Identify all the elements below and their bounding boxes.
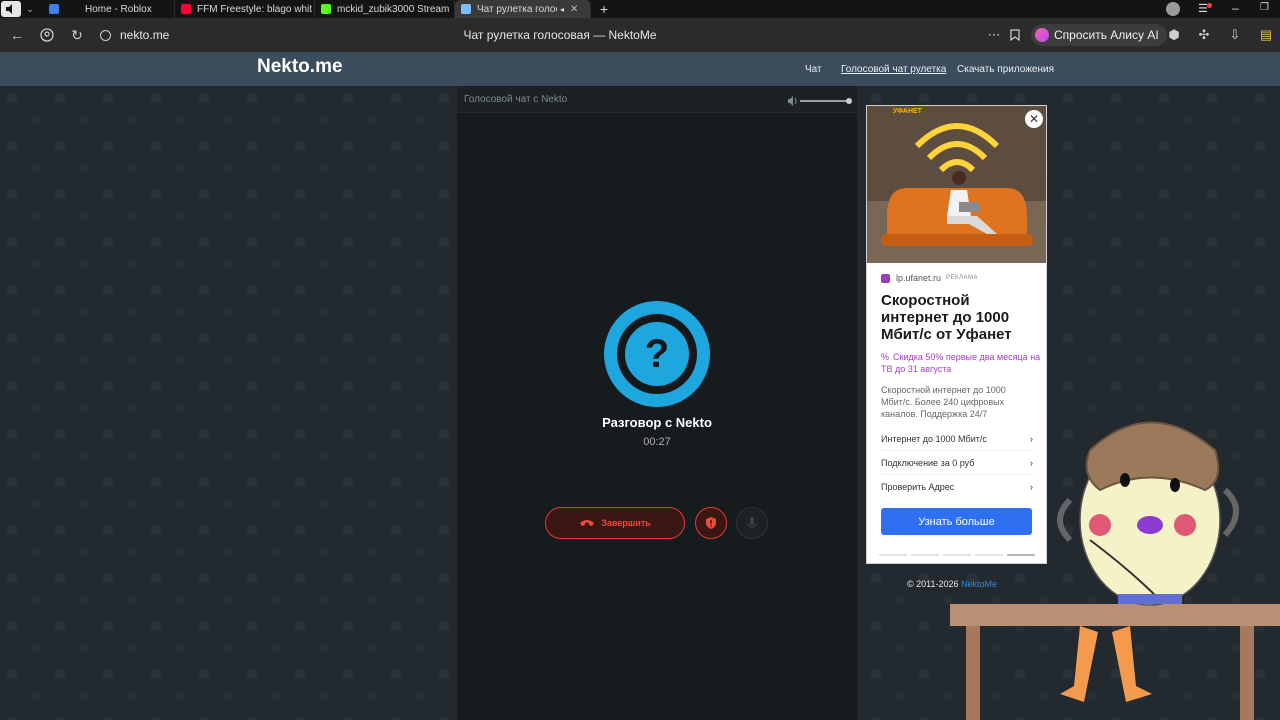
ad-promo: % Скидка 50% первые два месяца на ТВ до 3… bbox=[881, 351, 1041, 375]
nekto-favicon-icon bbox=[461, 4, 471, 14]
minimize-icon[interactable]: – bbox=[1232, 1, 1239, 15]
notification-dot-icon bbox=[1207, 3, 1212, 8]
mute-button[interactable] bbox=[736, 507, 768, 539]
volume-slider[interactable] bbox=[787, 94, 853, 106]
close-tab-icon[interactable]: ✕ bbox=[570, 4, 578, 15]
address-bar: ← ↻ nekto.me Чат рулетка голосовая — Nek… bbox=[0, 18, 1280, 52]
nav-download-apps[interactable]: Скачать приложения bbox=[957, 64, 1054, 75]
ad-image-brand: УФАНЕТ bbox=[893, 108, 922, 115]
tab-list-dropdown-icon[interactable]: ⌄ bbox=[21, 0, 39, 18]
chat-header-title: Голосовой чат с Nekto bbox=[464, 94, 568, 105]
ad-image[interactable]: УФАНЕТ ✕ bbox=[867, 106, 1046, 263]
tab-nekto[interactable]: Чат рулетка голосов ◂ ✕ bbox=[455, 0, 591, 18]
restore-icon[interactable]: ❐ bbox=[1260, 2, 1269, 13]
tab-youtube[interactable]: FFM Freestyle: blago whit bbox=[175, 0, 315, 18]
nav-chat[interactable]: Чат bbox=[805, 64, 822, 75]
voice-chat-panel: Голосовой чат с Nekto ? Разговор с Nekto… bbox=[457, 86, 857, 720]
ask-alisa-label: Спросить Алису AI bbox=[1054, 28, 1159, 42]
report-button[interactable] bbox=[695, 507, 727, 539]
ad-promo-text: Скидка 50% первые два месяца на ТВ до 31… bbox=[881, 352, 1041, 374]
slide-dot[interactable] bbox=[879, 554, 907, 556]
translate-icon[interactable]: ⬢ bbox=[1162, 18, 1186, 52]
streamer-avatar-drawing bbox=[950, 421, 1280, 720]
hang-up-icon bbox=[579, 516, 595, 530]
percent-icon: % bbox=[881, 352, 890, 362]
ad-source[interactable]: lp.ufanet.ru РЕКЛАМА bbox=[881, 273, 978, 283]
end-call-label: Завершить bbox=[601, 518, 651, 528]
avatar-ring: ? bbox=[617, 314, 697, 394]
tab-audio-icon[interactable] bbox=[1, 1, 21, 17]
tab-label: Чат рулетка голосов bbox=[477, 3, 557, 15]
tab-kick[interactable]: mckid_zubik3000 Stream bbox=[315, 0, 455, 18]
close-ad-icon[interactable]: ✕ bbox=[1025, 110, 1043, 128]
question-mark-icon: ? bbox=[644, 332, 670, 376]
tab-label: Home - Roblox bbox=[85, 3, 152, 15]
alisa-icon bbox=[1035, 28, 1049, 42]
tab-label: FFM Freestyle: blago whit bbox=[197, 3, 313, 15]
profile-avatar-icon[interactable] bbox=[1166, 2, 1180, 16]
tab-label: mckid_zubik3000 Stream bbox=[337, 3, 450, 15]
site-logo[interactable]: Nekto.me bbox=[257, 56, 343, 78]
roblox-icon bbox=[49, 4, 59, 14]
ufanet-icon bbox=[881, 273, 890, 283]
browser-tab-bar: ⌄ Home - Roblox FFM Freestyle: blago whi… bbox=[0, 0, 1280, 18]
kick-icon bbox=[321, 4, 331, 14]
call-timer: 00:27 bbox=[643, 436, 671, 448]
site-header: Nekto.me Чат Голосовой чат рулетка Скача… bbox=[0, 52, 1280, 86]
partner-name: Разговор с Nekto bbox=[602, 415, 712, 430]
nav-voice-roulette[interactable]: Голосовой чат рулетка bbox=[841, 64, 946, 75]
ad-source-domain: lp.ufanet.ru bbox=[896, 273, 942, 283]
bookmark-icon[interactable] bbox=[1003, 18, 1027, 52]
slide-dot[interactable] bbox=[911, 554, 939, 556]
chat-header: Голосовой чат с Nekto bbox=[457, 86, 857, 113]
partner-avatar: ? bbox=[604, 301, 710, 407]
tab-roblox[interactable]: Home - Roblox bbox=[43, 0, 175, 18]
new-tab-button[interactable]: + bbox=[595, 0, 613, 18]
speaker-icon: ◂ bbox=[560, 4, 565, 14]
youtube-icon bbox=[181, 4, 191, 14]
ask-alisa-button[interactable]: Спросить Алису AI bbox=[1031, 24, 1167, 46]
notes-icon[interactable]: ▤ bbox=[1254, 18, 1278, 52]
ad-tag: РЕКЛАМА bbox=[946, 275, 978, 281]
page-title: Чат рулетка голосовая — NektoMe bbox=[463, 28, 657, 42]
microphone-icon bbox=[747, 517, 757, 529]
downloads-icon[interactable]: ⇩ bbox=[1223, 18, 1247, 52]
extensions-icon[interactable]: ✣ bbox=[1192, 18, 1216, 52]
end-call-button[interactable]: Завершить bbox=[545, 507, 685, 539]
shield-icon bbox=[706, 517, 716, 529]
ad-title[interactable]: Скоростной интернет до 1000 Мбит/с от Уф… bbox=[881, 292, 1039, 343]
